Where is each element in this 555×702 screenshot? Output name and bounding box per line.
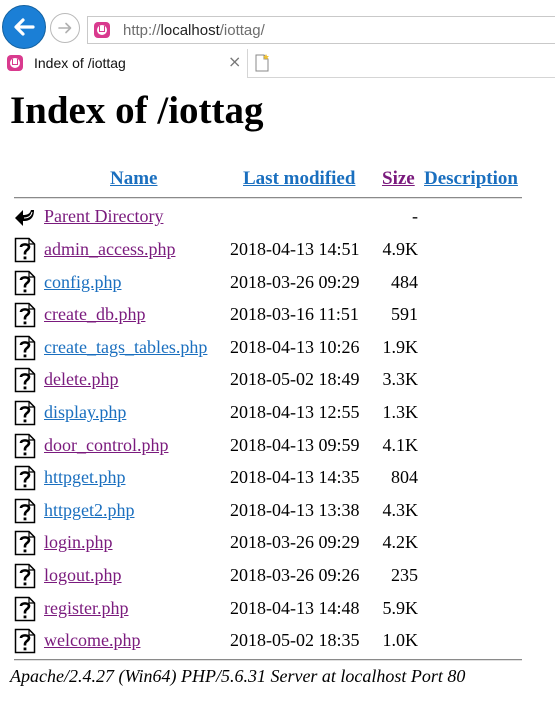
forward-button[interactable] [50,13,80,43]
browser-chrome: http://localhost/iottag/ Index of /iotta… [0,0,555,78]
server-signature: Apache/2.4.27 (Win64) PHP/5.6.31 Server … [10,666,466,686]
file-size: 4.3K [382,499,419,520]
unknown-file-icon [14,400,36,426]
file-link[interactable]: config.php [44,272,121,293]
unknown-file-icon [14,270,36,295]
column-header-last-modified[interactable]: Last modified [243,168,355,190]
file-modified: 2018-04-13 14:35 [230,467,360,488]
column-header-description[interactable]: Description [424,168,518,190]
back-button[interactable] [2,5,46,49]
header-divider [14,197,522,199]
unknown-file-icon [14,531,36,556]
file-size: 1.9K [382,336,419,357]
file-row: create_tags_tables.php 2018-04-13 10:26 1.… [0,335,555,365]
file-link[interactable]: login.php [44,532,113,553]
unknown-file-icon [14,368,36,393]
back-arrow-icon [14,18,35,36]
parent-directory-arrow-icon [15,210,34,226]
file-modified: 2018-04-13 14:51 [230,239,360,259]
file-row: login.php 2018-03-26 09:29 4.2K [0,530,555,560]
tab-title: Index of /iottag [34,55,126,71]
column-header-name[interactable]: Name [110,168,157,190]
unknown-file-icon [14,237,36,263]
file-modified: 2018-03-26 09:26 [230,565,360,585]
parent-directory-row: Parent Directory - [0,204,555,234]
column-header-size[interactable]: Size [382,168,415,190]
file-row: config.php 2018-03-26 09:29 484 [0,270,555,300]
tab-active[interactable]: Index of /iottag × [0,49,248,78]
parent-directory-link[interactable]: Parent Directory [44,206,163,227]
file-link[interactable]: door_control.php [44,435,168,456]
file-modified: 2018-05-02 18:35 [230,630,360,651]
file-size: 484 [391,271,418,292]
file-link[interactable]: welcome.php [44,630,140,651]
tab-close-icon[interactable]: × [228,52,241,72]
file-link[interactable]: create_db.php [44,304,145,325]
file-row: admin_access.php 2018-04-13 14:51 4.9K [0,237,555,267]
file-modified: 2018-04-13 10:26 [230,336,360,357]
file-size: 1.3K [382,402,419,422]
page-title: Index of /iottag [10,89,264,132]
footer-divider [14,659,522,661]
file-modified: 2018-03-26 09:29 [230,532,360,553]
file-size: 1.0K [382,630,419,651]
file-link[interactable]: delete.php [44,369,118,390]
unknown-file-icon [14,563,36,589]
unknown-file-icon [14,465,36,491]
unknown-file-icon [14,335,36,361]
forward-arrow-icon [58,22,72,34]
file-size: 3.3K [382,369,419,390]
file-link[interactable]: admin_access.php [44,239,175,260]
file-modified: 2018-04-13 12:55 [230,402,360,422]
file-modified: 2018-03-16 11:51 [230,304,359,325]
file-size: 4.2K [382,532,419,553]
file-link[interactable]: httpget.php [44,467,126,488]
unknown-file-icon [14,498,36,524]
file-row: welcome.php 2018-05-02 18:35 1.0K [0,628,555,658]
wampserver-favicon-icon [94,22,110,38]
file-size: 235 [391,565,418,585]
tab-strip: Index of /iottag × [0,49,555,78]
file-modified: 2018-03-26 09:29 [230,271,360,292]
url-text: http://localhost/iottag/ [123,22,265,39]
file-row: door_control.php 2018-04-13 09:59 4.1K [0,433,555,463]
unknown-file-icon [14,596,36,621]
file-row: httpget.php 2018-04-13 14:35 804 [0,465,555,495]
file-modified: 2018-04-13 13:38 [230,499,360,520]
file-row: register.php 2018-04-13 14:48 5.9K [0,596,555,626]
file-link[interactable]: register.php [44,598,128,619]
file-row: delete.php 2018-05-02 18:49 3.3K [0,367,555,397]
new-tab-icon[interactable] [252,53,272,73]
file-size: 804 [391,467,418,488]
file-modified: 2018-04-13 14:48 [230,597,360,618]
unknown-file-icon [14,628,36,654]
file-size: 4.9K [382,239,419,259]
file-size: 4.1K [382,434,419,455]
unknown-file-icon [14,433,36,458]
unknown-file-icon [14,302,36,328]
address-bar[interactable]: http://localhost/iottag/ [87,16,555,44]
file-link[interactable]: create_tags_tables.php [44,337,207,358]
file-row: logout.php 2018-03-26 09:26 235 [0,563,555,593]
file-row: httpget2.php 2018-04-13 13:38 4.3K [0,498,555,528]
parent-directory-size: - [412,206,418,226]
tab-favicon-icon [7,55,23,71]
file-link[interactable]: httpget2.php [44,500,135,521]
file-row: display.php 2018-04-13 12:55 1.3K [0,400,555,430]
file-modified: 2018-05-02 18:49 [230,369,360,390]
file-link[interactable]: logout.php [44,565,122,586]
file-size: 591 [391,304,418,325]
file-size: 5.9K [382,597,419,618]
file-row: create_db.php 2018-03-16 11:51 591 [0,302,555,332]
file-link[interactable]: display.php [44,402,126,423]
file-modified: 2018-04-13 09:59 [230,434,360,455]
